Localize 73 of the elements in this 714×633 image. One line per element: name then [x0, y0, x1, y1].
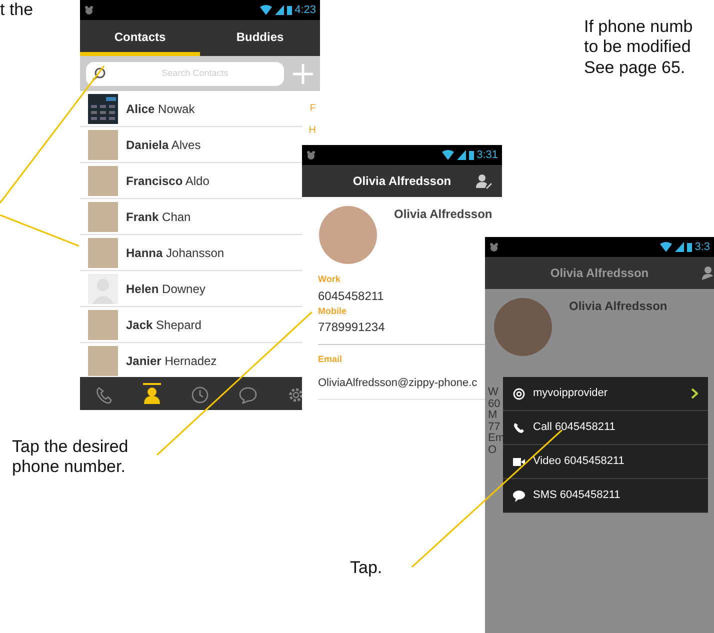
- partial-text: M: [488, 410, 498, 422]
- contact-name: Olivia Alfredsson: [394, 206, 492, 223]
- field-label: Work: [318, 273, 342, 286]
- contact-name: Helen Downey: [126, 280, 206, 298]
- signal-icon: [274, 5, 284, 15]
- contact-name: Daniela Alves: [126, 136, 201, 154]
- contact-row[interactable]: Jack Shepard: [80, 307, 302, 343]
- person-icon[interactable]: [143, 386, 161, 404]
- menu-item[interactable]: myvoipprovider: [503, 377, 708, 411]
- menu-item[interactable]: Call 6045458211: [503, 411, 708, 445]
- photo-placeholder: [88, 166, 118, 196]
- contact-row[interactable]: Helen Downey: [80, 271, 302, 307]
- screen-title: Olivia Alfredsson: [352, 173, 452, 190]
- partial-text: W: [488, 387, 498, 399]
- edit-contact-icon[interactable]: [476, 173, 492, 189]
- contact-row[interactable]: Francisco Aldo: [80, 163, 302, 199]
- caption-text: Tap the desired phone number.: [12, 437, 130, 478]
- edit-contact-icon[interactable]: [702, 265, 714, 281]
- partial-text: 60: [488, 398, 500, 410]
- menu-item[interactable]: SMS 6045458211: [503, 479, 708, 513]
- caption-text: t the: [0, 0, 34, 20]
- photo-placeholder: [88, 310, 118, 340]
- contact-name: Frank Chan: [126, 208, 191, 226]
- clock-icon[interactable]: [191, 386, 209, 404]
- avatar-silhouette-icon: [88, 274, 118, 304]
- chat-bubble-icon[interactable]: [239, 386, 257, 404]
- photo-placeholder: [88, 346, 118, 376]
- wifi-icon: [442, 150, 454, 160]
- photo-placeholder: [88, 202, 118, 232]
- tab[interactable]: Buddies: [200, 20, 320, 56]
- signal-icon: [674, 242, 684, 252]
- battery-icon: [468, 150, 474, 160]
- field-label: Mobile: [318, 304, 348, 318]
- photo-placeholder: [318, 205, 378, 265]
- wifi-icon: [660, 242, 672, 252]
- contact-name: Jack Shepard: [126, 316, 202, 334]
- photo-placeholder: [88, 130, 118, 160]
- contact-name: Hanna Johansson: [126, 244, 224, 262]
- contact-name: Olivia Alfredsson: [569, 298, 668, 315]
- battery-icon: [286, 5, 292, 15]
- menu-item[interactable]: Video 6045458211: [503, 445, 708, 479]
- phone-number[interactable]: 7789991234: [318, 318, 486, 336]
- contact-name: Alice Nowak: [126, 100, 195, 118]
- contact-name: Janier Hernadez: [126, 352, 217, 370]
- contact-row[interactable]: Daniela Alves: [80, 127, 302, 163]
- photo-placeholder: [88, 238, 118, 268]
- contact-name: Francisco Aldo: [126, 172, 210, 190]
- battery-icon: [686, 242, 692, 252]
- keypad-thumbnail: [88, 94, 118, 124]
- phone-icon[interactable]: [95, 386, 113, 404]
- settings-icon[interactable]: [287, 386, 305, 404]
- notification-icon: [489, 242, 499, 252]
- signal-icon: [456, 150, 466, 160]
- phone-number[interactable]: 6045458211: [318, 286, 486, 304]
- caption-text: If phone numb to be modified See page 65.: [584, 17, 694, 78]
- chat-bubble-icon: [513, 490, 525, 502]
- status-time: 3:3: [694, 240, 710, 255]
- status-time: 4:23: [294, 2, 316, 18]
- status-time: 3:31: [476, 148, 498, 163]
- notification-icon: [84, 5, 94, 15]
- partial-text: O: [488, 444, 497, 456]
- photo-placeholder: [493, 297, 553, 357]
- field-label: Email: [318, 353, 344, 366]
- contact-row[interactable]: Alice Nowak: [80, 91, 302, 127]
- screen-title: Olivia Alfredsson: [550, 265, 649, 282]
- notification-icon: [306, 150, 316, 160]
- phone-icon: [513, 422, 525, 434]
- partial-text: 77: [488, 422, 500, 433]
- caption-text: Tap.: [350, 558, 382, 578]
- contact-row[interactable]: Hanna Johansson: [80, 235, 302, 271]
- wifi-icon: [260, 5, 272, 15]
- video-camera-icon: [513, 456, 525, 468]
- contact-row[interactable]: Frank Chan: [80, 199, 302, 235]
